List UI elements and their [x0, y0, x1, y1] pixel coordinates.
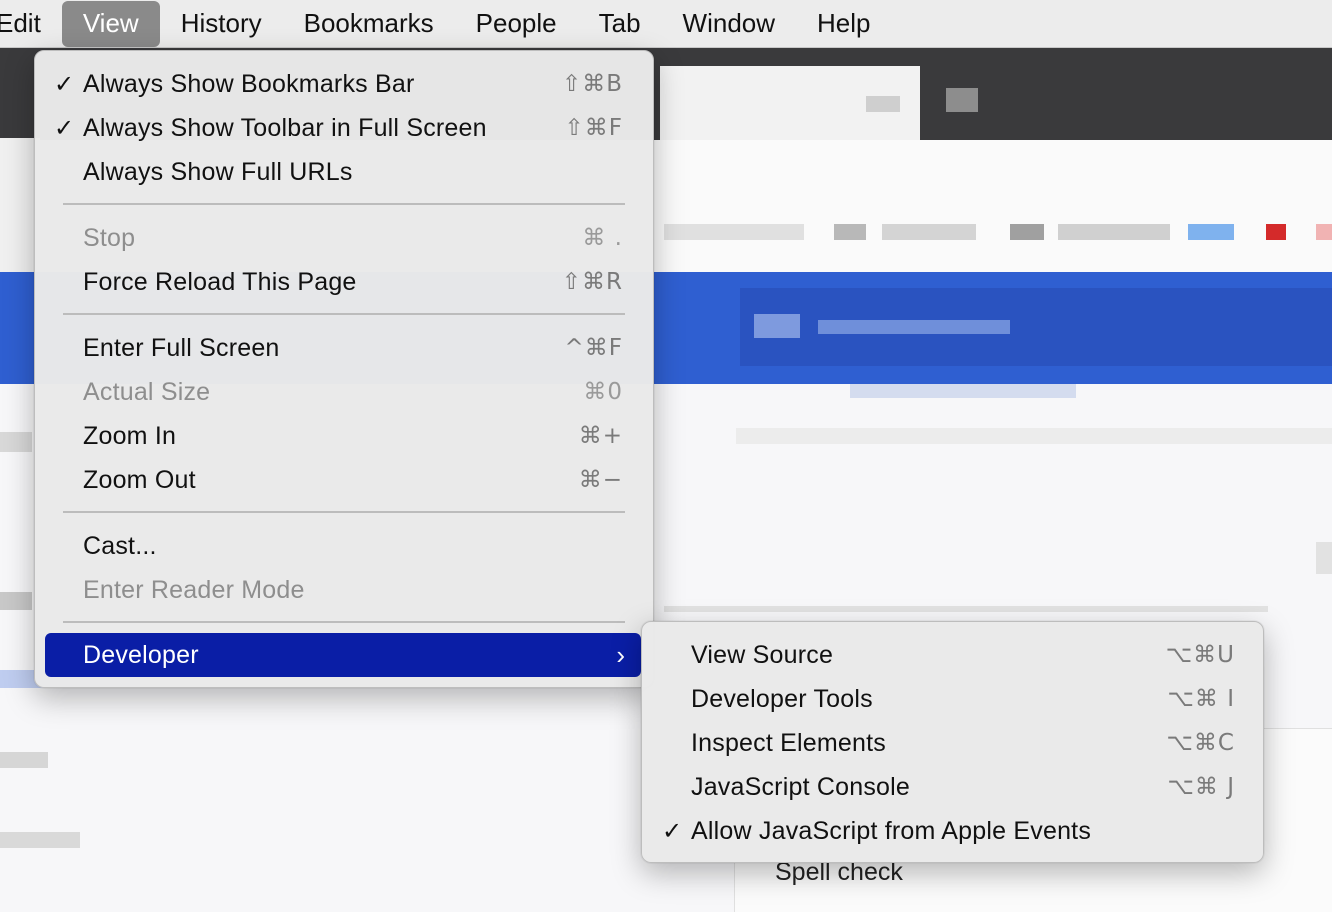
menu-item-stop: Stop ⌘ . [35, 216, 653, 260]
menu-item-label: Developer Tools [691, 684, 873, 713]
background-pixel-block [818, 320, 1010, 334]
background-pixel-block [0, 752, 48, 768]
menu-item-zoom-in[interactable]: Zoom In ⌘+ [35, 414, 653, 458]
menu-item-label: Zoom In [83, 421, 177, 450]
background-divider [664, 606, 1268, 612]
background-pixel-block [1058, 224, 1170, 240]
background-pixel-block [946, 88, 978, 112]
checkmark-icon: ✓ [53, 114, 75, 142]
menu-item-zoom-out[interactable]: Zoom Out ⌘− [35, 458, 653, 502]
menu-item-label: Actual Size [83, 377, 211, 406]
menu-item-always-show-toolbar-full-screen[interactable]: ✓ Always Show Toolbar in Full Screen ⇧⌘F [35, 106, 653, 150]
menu-item-enter-reader-mode: Enter Reader Mode [35, 568, 653, 612]
menu-separator [63, 203, 625, 205]
menu-item-cast[interactable]: Cast... [35, 524, 653, 568]
background-pixel-block [1266, 224, 1286, 240]
menu-item-developer-tools[interactable]: Developer Tools ⌥⌘ I [642, 677, 1263, 721]
background-pixel-block [0, 432, 32, 452]
menu-item-label: Zoom Out [83, 465, 196, 494]
menu-item-label: Enter Reader Mode [83, 575, 305, 604]
menu-item-label: Enter Full Screen [83, 333, 280, 362]
background-pixel-block [1316, 542, 1332, 574]
shortcut-label: ⌘− [578, 467, 623, 493]
menu-tab[interactable]: Tab [578, 1, 662, 47]
menu-people[interactable]: People [455, 1, 578, 47]
menu-item-developer[interactable]: Developer › [45, 633, 641, 677]
menu-item-always-show-full-urls[interactable]: Always Show Full URLs [35, 150, 653, 194]
menu-history[interactable]: History [160, 1, 283, 47]
menu-item-label: Allow JavaScript from Apple Events [691, 816, 1092, 845]
menu-window[interactable]: Window [662, 1, 796, 47]
background-pixel-block [664, 224, 804, 240]
shortcut-label: ⌥⌘ I [1167, 686, 1235, 712]
developer-submenu: View Source ⌥⌘U Developer Tools ⌥⌘ I Ins… [641, 621, 1264, 863]
background-pixel-block [1010, 224, 1044, 240]
menu-item-label: Inspect Elements [691, 728, 886, 757]
menu-bookmarks[interactable]: Bookmarks [283, 1, 455, 47]
menu-item-always-show-bookmarks-bar[interactable]: ✓ Always Show Bookmarks Bar ⇧⌘B [35, 62, 653, 106]
background-pixel-block [882, 224, 976, 240]
background-pixel-block [850, 384, 1076, 398]
menu-item-javascript-console[interactable]: JavaScript Console ⌥⌘ J [642, 765, 1263, 809]
background-pixel-block [0, 832, 80, 848]
menu-help[interactable]: Help [796, 1, 891, 47]
view-menu-dropdown: ✓ Always Show Bookmarks Bar ⇧⌘B ✓ Always… [34, 50, 654, 688]
menu-separator [63, 511, 625, 513]
menu-item-label: Always Show Bookmarks Bar [83, 69, 415, 98]
shortcut-label: ⌘0 [583, 379, 623, 405]
background-pixel-block [1188, 224, 1234, 240]
shortcut-label: ⌥⌘ J [1167, 774, 1235, 800]
menu-separator [63, 313, 625, 315]
menu-item-allow-javascript-apple-events[interactable]: ✓ Allow JavaScript from Apple Events [642, 809, 1263, 853]
background-pixel-block [866, 96, 900, 112]
shortcut-label: ⌥⌘C [1166, 730, 1235, 756]
background-pixel-block [834, 224, 866, 240]
menu-item-inspect-elements[interactable]: Inspect Elements ⌥⌘C [642, 721, 1263, 765]
menu-item-label: Stop [83, 223, 136, 252]
background-pixel-block [0, 592, 32, 610]
menu-separator [63, 621, 625, 623]
menu-view[interactable]: View [61, 0, 160, 47]
menu-item-label: Always Show Toolbar in Full Screen [83, 113, 487, 142]
shortcut-label: ⌥⌘U [1165, 642, 1235, 668]
menu-item-label: View Source [691, 640, 834, 669]
menu-item-label: Always Show Full URLs [83, 157, 353, 186]
shortcut-label: ⌘+ [578, 423, 623, 449]
shortcut-label: ⇧⌘B [561, 71, 623, 97]
menu-item-label: Developer [83, 640, 199, 669]
menu-item-view-source[interactable]: View Source ⌥⌘U [642, 633, 1263, 677]
background-pixel-block [736, 428, 1332, 444]
menu-item-actual-size: Actual Size ⌘0 [35, 370, 653, 414]
background-pixel-block [754, 314, 800, 338]
checkmark-icon: ✓ [661, 817, 683, 845]
menu-bar: Edit View History Bookmarks People Tab W… [0, 0, 1332, 48]
menu-item-label: JavaScript Console [691, 772, 910, 801]
checkmark-icon: ✓ [53, 70, 75, 98]
menu-edit[interactable]: Edit [0, 1, 62, 47]
chevron-right-icon: › [616, 639, 625, 670]
background-pixel-block [1316, 224, 1332, 240]
menu-item-label: Cast... [83, 531, 157, 560]
menu-item-force-reload[interactable]: Force Reload This Page ⇧⌘R [35, 260, 653, 304]
shortcut-label: ⌘ . [582, 225, 623, 251]
shortcut-label: ⇧⌘F [564, 115, 623, 141]
menu-item-label: Force Reload This Page [83, 267, 357, 296]
shortcut-label: ^⌘F [564, 335, 623, 361]
shortcut-label: ⇧⌘R [561, 269, 623, 295]
menu-item-enter-full-screen[interactable]: Enter Full Screen ^⌘F [35, 326, 653, 370]
